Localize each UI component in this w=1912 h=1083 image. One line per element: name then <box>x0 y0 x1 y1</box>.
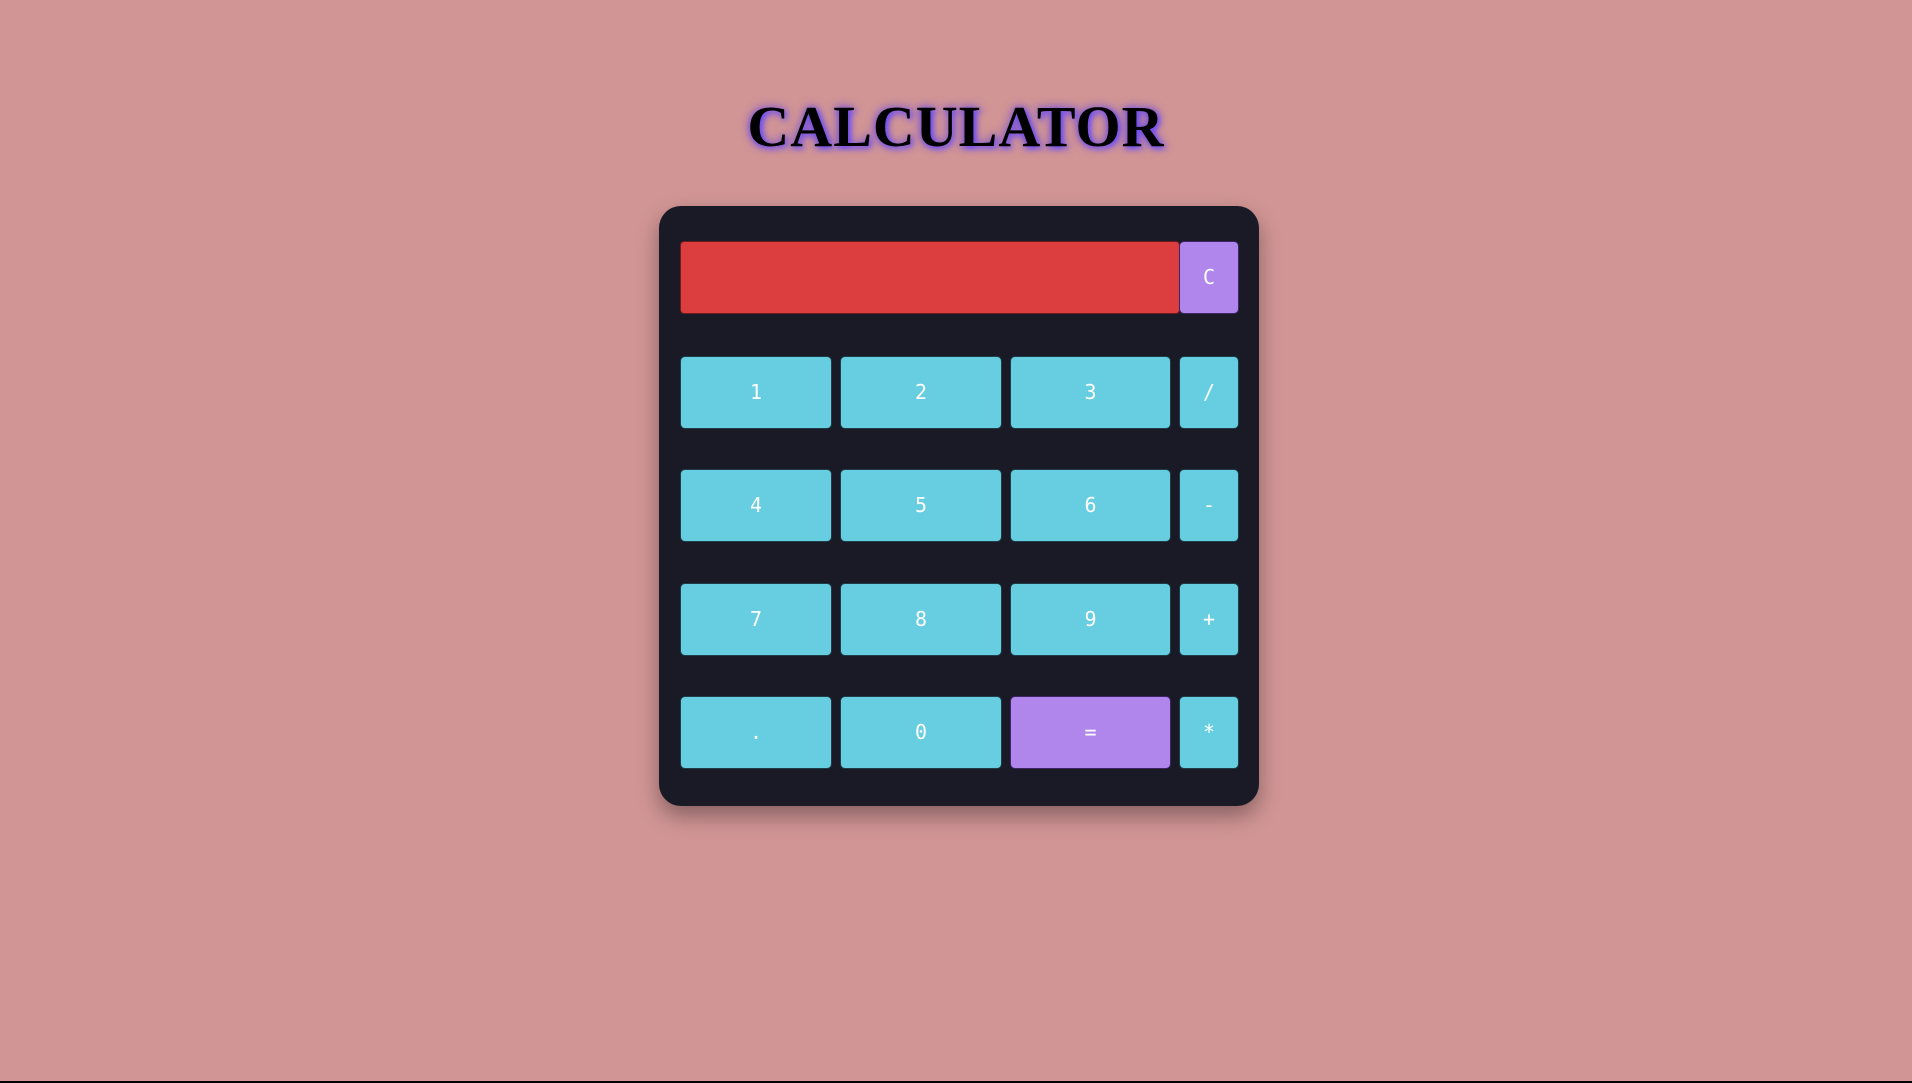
digit-7-button[interactable]: 7 <box>680 583 832 656</box>
clear-button[interactable]: C <box>1179 241 1239 314</box>
minus-button[interactable]: - <box>1179 469 1239 542</box>
digit-3-button[interactable]: 3 <box>1010 356 1171 429</box>
digit-6-button[interactable]: 6 <box>1010 469 1171 542</box>
digit-0-button[interactable]: 0 <box>840 696 1002 769</box>
digit-4-button[interactable]: 4 <box>680 469 832 542</box>
digit-5-button[interactable]: 5 <box>840 469 1002 542</box>
page-title: CALCULATOR <box>747 94 1165 159</box>
decimal-point-button[interactable]: . <box>680 696 832 769</box>
calculator-display <box>680 241 1180 314</box>
digit-9-button[interactable]: 9 <box>1010 583 1171 656</box>
digit-1-button[interactable]: 1 <box>680 356 832 429</box>
digit-2-button[interactable]: 2 <box>840 356 1002 429</box>
plus-button[interactable]: + <box>1179 583 1239 656</box>
multiply-button[interactable]: * <box>1179 696 1239 769</box>
calculator-body: C 1 2 3 / 4 5 6 - 7 8 9 + . 0 = * <box>659 206 1259 806</box>
divide-button[interactable]: / <box>1179 356 1239 429</box>
equals-button[interactable]: = <box>1010 696 1171 769</box>
digit-8-button[interactable]: 8 <box>840 583 1002 656</box>
